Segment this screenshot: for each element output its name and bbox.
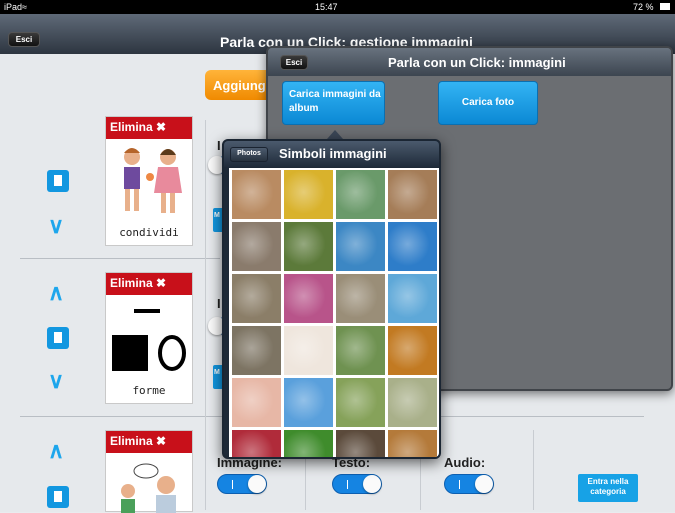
frog-photo[interactable] (284, 430, 333, 457)
cat-photo[interactable] (336, 274, 385, 323)
chimp-photo[interactable] (336, 430, 385, 457)
wifi-icon: ≈ (22, 2, 27, 12)
living-room-photo[interactable] (388, 170, 437, 219)
symbols-navbar: Photos Simboli immagini (224, 141, 439, 167)
butterfly-photo[interactable] (284, 274, 333, 323)
move-down-icon[interactable]: ∨ (48, 370, 64, 392)
audio-toggle[interactable] (444, 474, 494, 494)
delete-icon: ✖ (156, 120, 167, 134)
image-card: Elimina ✖ forme (105, 272, 193, 404)
column-divider (205, 120, 206, 510)
load-photo-button[interactable]: Carica foto (438, 81, 538, 125)
kitchen-photo[interactable] (232, 170, 281, 219)
card-caption: forme (132, 384, 166, 397)
enter-category-button[interactable]: Entra nella categoria (578, 474, 638, 502)
edit-image-button[interactable] (47, 170, 69, 192)
edit-image-button[interactable] (47, 327, 69, 349)
delete-button[interactable]: Elimina ✖ (106, 273, 192, 295)
thumbnail-grid[interactable] (229, 168, 439, 457)
dolphin-jump-photo[interactable] (388, 222, 437, 271)
status-bar: iPad ≈ 15:47 72 % (0, 0, 675, 14)
goose-photo[interactable] (336, 378, 385, 427)
device-label: iPad (4, 2, 23, 12)
shapes-symbol-image (112, 309, 186, 371)
resort-photo[interactable] (388, 274, 437, 323)
pig-photo[interactable] (232, 378, 281, 427)
dolphin-photo[interactable] (336, 222, 385, 271)
delete-icon: ✖ (156, 434, 167, 448)
delete-icon: ✖ (156, 276, 167, 290)
hippo-photo[interactable] (232, 326, 281, 375)
flowers-photo[interactable] (232, 430, 281, 457)
photos-back-button[interactable]: Photos (230, 147, 268, 162)
popover-arrow (327, 130, 343, 139)
delete-button[interactable]: Elimina ✖ (106, 431, 192, 453)
add-button[interactable]: Aggiungi (205, 70, 275, 100)
clock: 15:47 (315, 2, 338, 12)
share-symbol-image (124, 148, 182, 213)
tiger-photo[interactable] (388, 430, 437, 457)
lion-photo[interactable] (388, 326, 437, 375)
duck-photo[interactable] (284, 222, 333, 271)
column-divider (533, 430, 534, 510)
sheep-photo[interactable] (388, 378, 437, 427)
office-photo[interactable] (232, 222, 281, 271)
move-up-icon[interactable]: ∧ (48, 440, 64, 462)
symbols-popover: Photos Simboli immagini (222, 139, 441, 459)
bottle-photo[interactable] (336, 170, 385, 219)
symbols-title: Simboli immagini (279, 146, 387, 161)
image-label: I (217, 138, 221, 153)
clown-photo[interactable] (284, 326, 333, 375)
battery-level: 72 % (633, 2, 654, 12)
exit-button[interactable]: Esci (8, 32, 40, 47)
clouds-photo[interactable] (284, 378, 333, 427)
load-album-button[interactable]: Carica immagini da album (282, 81, 385, 125)
bananas-photo[interactable] (284, 170, 333, 219)
elephant-photo[interactable] (232, 274, 281, 323)
image-toggle[interactable] (217, 474, 267, 494)
row-divider (20, 258, 220, 259)
image-card: Elimina ✖ (105, 430, 193, 513)
koala-photo[interactable] (336, 326, 385, 375)
popover-exit-button[interactable]: Esci (280, 55, 308, 70)
image-label: I (217, 296, 221, 311)
move-up-icon[interactable]: ∧ (48, 282, 64, 304)
delete-button[interactable]: Elimina ✖ (106, 117, 192, 139)
popover-navbar: Esci Parla con un Click: immagini (268, 48, 671, 76)
card-caption: condividi (119, 226, 179, 239)
popover-title: Parla con un Click: immagini (388, 55, 566, 70)
text-toggle[interactable] (332, 474, 382, 494)
move-down-icon[interactable]: ∨ (48, 215, 64, 237)
edit-image-button[interactable] (47, 486, 69, 508)
image-card: Elimina ✖ condividi (105, 116, 193, 246)
talk-symbol-image (121, 463, 176, 513)
battery-icon (660, 3, 670, 10)
audio-label: Audio: (444, 455, 486, 470)
